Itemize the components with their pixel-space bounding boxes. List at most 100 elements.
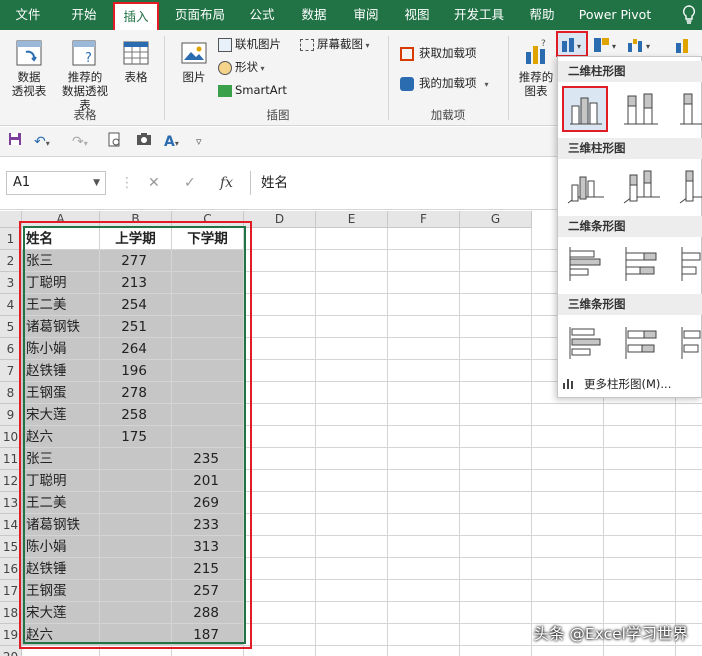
row-header[interactable]: 20: [0, 646, 22, 656]
cell[interactable]: [244, 338, 316, 360]
cell[interactable]: [172, 316, 244, 338]
cell[interactable]: [316, 404, 388, 426]
cell[interactable]: 257: [172, 580, 244, 602]
tab-page-layout[interactable]: 页面布局: [168, 0, 232, 30]
font-color-icon[interactable]: A▾: [164, 132, 179, 152]
cell[interactable]: [388, 360, 460, 382]
cell[interactable]: [100, 580, 172, 602]
column-header[interactable]: B: [100, 211, 172, 228]
cell[interactable]: [244, 602, 316, 624]
cell[interactable]: 264: [100, 338, 172, 360]
cell[interactable]: [604, 470, 676, 492]
cell[interactable]: [172, 294, 244, 316]
waterfall-chart-button[interactable]: ▾: [626, 35, 656, 55]
cell[interactable]: [388, 580, 460, 602]
tab-view[interactable]: 视图: [397, 0, 437, 30]
cell[interactable]: [244, 228, 316, 250]
cell[interactable]: [244, 404, 316, 426]
cell[interactable]: 313: [172, 536, 244, 558]
cell[interactable]: 王钢蛋: [22, 382, 100, 404]
cell[interactable]: [460, 646, 532, 656]
cell[interactable]: 175: [100, 426, 172, 448]
header-cell[interactable]: 下学期: [172, 228, 244, 250]
cell[interactable]: [388, 294, 460, 316]
row-header[interactable]: 16: [0, 558, 22, 580]
cell[interactable]: [172, 382, 244, 404]
cell[interactable]: [172, 250, 244, 272]
cell[interactable]: [172, 426, 244, 448]
get-addins-button[interactable]: 获取加载项: [400, 46, 477, 61]
cell[interactable]: [316, 294, 388, 316]
cell[interactable]: [244, 646, 316, 656]
cell[interactable]: 258: [100, 404, 172, 426]
cell[interactable]: [244, 448, 316, 470]
cell[interactable]: [244, 492, 316, 514]
cell[interactable]: 丁聪明: [22, 272, 100, 294]
cell[interactable]: [316, 272, 388, 294]
cell[interactable]: [100, 448, 172, 470]
cell[interactable]: [316, 602, 388, 624]
cell[interactable]: [676, 646, 702, 656]
cell[interactable]: [460, 602, 532, 624]
row-header[interactable]: 13: [0, 492, 22, 514]
tab-help[interactable]: 帮助: [522, 0, 562, 30]
cell[interactable]: 277: [100, 250, 172, 272]
clustered-bar-option[interactable]: [562, 241, 608, 287]
row-header[interactable]: 1: [0, 228, 22, 250]
redo-icon[interactable]: ↷▾: [72, 132, 88, 152]
online-picture-button[interactable]: 联机图片: [218, 37, 281, 52]
cell[interactable]: [100, 624, 172, 646]
tab-formulas[interactable]: 公式: [242, 0, 282, 30]
cell[interactable]: [532, 426, 604, 448]
cell[interactable]: [676, 514, 702, 536]
cell[interactable]: [316, 646, 388, 656]
cell[interactable]: [676, 470, 702, 492]
row-header[interactable]: 2: [0, 250, 22, 272]
cell[interactable]: [316, 492, 388, 514]
cell[interactable]: [388, 448, 460, 470]
cell[interactable]: [532, 558, 604, 580]
cell[interactable]: 宋大莲: [22, 404, 100, 426]
column-chart-button[interactable]: ▾: [556, 31, 588, 57]
cell[interactable]: [100, 514, 172, 536]
cell[interactable]: [604, 492, 676, 514]
cell[interactable]: [604, 404, 676, 426]
my-addins-button[interactable]: 我的加载项 ▾: [400, 76, 489, 92]
cell[interactable]: [244, 470, 316, 492]
cell[interactable]: [460, 492, 532, 514]
cell[interactable]: [460, 580, 532, 602]
smartart-button[interactable]: SmartArt: [218, 83, 287, 97]
cell[interactable]: [388, 272, 460, 294]
cell[interactable]: [388, 382, 460, 404]
row-header[interactable]: 6: [0, 338, 22, 360]
cell[interactable]: [172, 646, 244, 656]
cell[interactable]: 王二美: [22, 294, 100, 316]
row-header[interactable]: 11: [0, 448, 22, 470]
recommended-pivot-button[interactable]: ? 推荐的 数据透视表: [60, 38, 110, 112]
cell[interactable]: [460, 426, 532, 448]
camera-icon[interactable]: [136, 132, 152, 152]
3d-percent-stacked-column-option[interactable]: [674, 163, 702, 209]
cell[interactable]: 201: [172, 470, 244, 492]
cell[interactable]: [460, 294, 532, 316]
cell[interactable]: 赵铁锤: [22, 360, 100, 382]
recommended-charts-button[interactable]: ? 推荐的 图表: [514, 38, 558, 98]
cell[interactable]: [388, 426, 460, 448]
cell[interactable]: [604, 514, 676, 536]
cell[interactable]: [316, 250, 388, 272]
column-header[interactable]: A: [22, 211, 100, 228]
cell[interactable]: [388, 228, 460, 250]
cell[interactable]: [532, 470, 604, 492]
cell[interactable]: [388, 646, 460, 656]
cell[interactable]: [316, 536, 388, 558]
cell[interactable]: [172, 404, 244, 426]
cell[interactable]: [676, 536, 702, 558]
stacked-bar-option[interactable]: [618, 241, 664, 287]
cell[interactable]: 陈小娟: [22, 338, 100, 360]
cell[interactable]: 288: [172, 602, 244, 624]
cell[interactable]: [676, 448, 702, 470]
cell[interactable]: [604, 580, 676, 602]
cell[interactable]: [604, 536, 676, 558]
tab-home[interactable]: 开始: [60, 0, 108, 30]
cell[interactable]: [316, 228, 388, 250]
